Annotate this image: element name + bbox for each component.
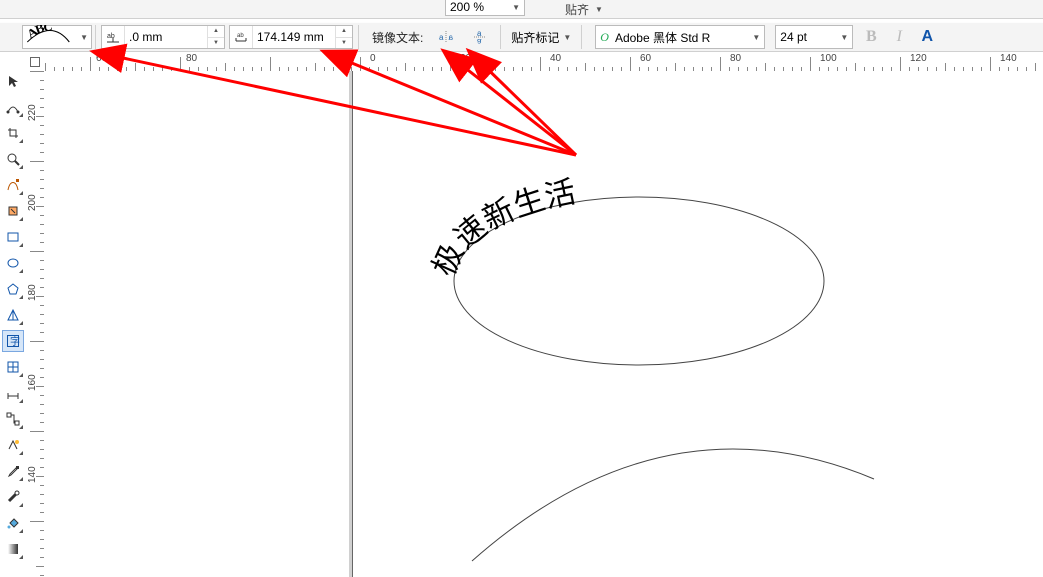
chevron-down-icon: ▼ <box>840 33 848 42</box>
toolbox: 字 <box>2 70 24 560</box>
svg-text:字: 字 <box>10 335 20 348</box>
connector-tool[interactable] <box>2 408 24 430</box>
distance-spin-buttons[interactable]: ▲ ▼ <box>335 26 352 48</box>
spin-up-icon[interactable]: ▲ <box>208 26 224 38</box>
svg-text:a: a <box>477 37 482 45</box>
freehand-tool[interactable] <box>2 174 24 196</box>
svg-text:a: a <box>477 29 482 38</box>
horizontal-ruler[interactable]: 60 80 0 20 40 60 80 100 120 140 <box>44 53 1043 72</box>
svg-text:a: a <box>448 33 453 42</box>
tick-snapping-label: 贴齐标记 <box>511 29 559 46</box>
mirror-vertical-icon: a a <box>472 29 488 45</box>
offset-icon: ab <box>102 26 125 48</box>
text-path-preview-icon: ABC <box>25 25 74 47</box>
polygon-tool[interactable] <box>2 278 24 300</box>
zoom-level-value: 200 % <box>450 0 484 14</box>
mirror-text-label: 镜像文本: <box>372 29 423 46</box>
ruler-number: 0 <box>370 53 376 64</box>
ruler-number: 140 <box>27 466 38 483</box>
offset-spinner[interactable]: ab ▲ ▼ <box>101 25 225 49</box>
chevron-down-icon: ▼ <box>752 33 760 42</box>
chevron-down-icon: ▼ <box>80 33 88 42</box>
offset-input[interactable] <box>125 26 207 48</box>
crop-tool[interactable] <box>2 122 24 144</box>
bold-button[interactable]: B <box>858 24 884 50</box>
basic-shapes-tool[interactable] <box>2 304 24 326</box>
ruler-number: 100 <box>820 53 837 64</box>
text-tool[interactable]: 字 <box>2 330 24 352</box>
fill-tool[interactable] <box>2 512 24 534</box>
eyedropper-tool[interactable] <box>2 460 24 482</box>
ruler-number: 180 <box>27 284 38 301</box>
outline-tool[interactable] <box>2 486 24 508</box>
mirror-horizontal-button[interactable]: a a <box>430 24 462 50</box>
font-family-value: Adobe 黑体 Std R <box>615 29 710 46</box>
font-type-icon: O <box>600 30 609 45</box>
zoom-level-combo[interactable]: 200 % ▼ <box>445 0 525 16</box>
vertical-ruler[interactable]: 220 200 180 160 140 <box>26 71 45 577</box>
zoom-tool[interactable] <box>2 148 24 170</box>
ruler-number: 200 <box>27 194 38 211</box>
mirror-horizontal-icon: a a <box>438 29 454 45</box>
text-on-path-content: 极速新生活 <box>426 174 579 281</box>
spin-down-icon[interactable]: ▼ <box>208 38 224 49</box>
snap-label: 贴齐 <box>565 1 589 18</box>
shape-tool[interactable] <box>2 96 24 118</box>
ruler-number: 60 <box>640 53 651 64</box>
ruler-number: 40 <box>550 53 561 64</box>
ruler-number: 120 <box>910 53 927 64</box>
svg-text:ab: ab <box>237 33 244 39</box>
dimension-tool[interactable] <box>2 382 24 404</box>
effects-tool[interactable] <box>2 434 24 456</box>
pick-tool[interactable] <box>2 70 24 92</box>
font-family-combo[interactable]: O Adobe 黑体 Std R ▼ <box>595 25 765 49</box>
tick-snapping-dropdown[interactable]: 贴齐标记 ▼ <box>506 24 576 50</box>
separator <box>95 25 96 49</box>
ruler-number: 80 <box>186 53 197 64</box>
text-on-path-object[interactable]: 极速新生活 <box>426 174 579 281</box>
svg-text:ABC: ABC <box>25 25 54 41</box>
distance-input[interactable] <box>253 26 335 48</box>
ruler-number: 140 <box>1000 53 1017 64</box>
ellipse-tool[interactable] <box>2 252 24 274</box>
ruler-origin-button[interactable] <box>26 53 45 72</box>
character-formatting-button[interactable]: A <box>914 24 940 50</box>
ruler-number: 160 <box>27 374 38 391</box>
ruler-number: 20 <box>460 53 471 64</box>
font-size-combo[interactable]: 24 pt ▼ <box>775 25 853 49</box>
rectangle-tool[interactable] <box>2 226 24 248</box>
property-bar: ABC ▼ ab ▲ ▼ ab <box>0 22 1043 52</box>
work-area: 60 80 0 20 40 60 80 100 120 140 220 200 180 160 140 极… <box>26 53 1043 577</box>
canvas[interactable]: 极速新生活 <box>44 71 1043 577</box>
drawing-svg: 极速新生活 <box>44 71 1043 577</box>
font-size-value: 24 pt <box>780 30 807 44</box>
interactive-fill-tool[interactable] <box>2 538 24 560</box>
arc-object[interactable] <box>472 449 874 561</box>
italic-button[interactable]: I <box>886 24 912 50</box>
distance-spinner[interactable]: ab ▲ ▼ <box>229 25 353 49</box>
top-toolbar-strip: 200 % ▼ 贴齐 ▼ <box>0 0 1043 19</box>
svg-text:ab: ab <box>107 33 115 40</box>
chevron-down-icon: ▼ <box>563 33 571 42</box>
offset-spin-buttons[interactable]: ▲ ▼ <box>207 26 224 48</box>
distance-icon: ab <box>230 26 253 48</box>
mirror-vertical-button[interactable]: a a <box>464 24 496 50</box>
spin-down-icon[interactable]: ▼ <box>336 38 352 49</box>
svg-text:a: a <box>439 33 444 42</box>
ruler-number: 60 <box>96 53 107 64</box>
ruler-number: 220 <box>27 104 38 121</box>
table-tool[interactable] <box>2 356 24 378</box>
separator <box>500 25 501 49</box>
ruler-number: 80 <box>730 53 741 64</box>
chevron-down-icon: ▼ <box>595 5 603 14</box>
text-preset-dropdown[interactable]: ABC ▼ <box>22 25 92 49</box>
smart-fill-tool[interactable] <box>2 200 24 222</box>
spin-up-icon[interactable]: ▲ <box>336 26 352 38</box>
chevron-down-icon: ▼ <box>512 3 520 12</box>
snap-dropdown[interactable]: 贴齐 ▼ <box>565 0 603 18</box>
separator <box>358 25 359 49</box>
separator <box>581 25 582 49</box>
